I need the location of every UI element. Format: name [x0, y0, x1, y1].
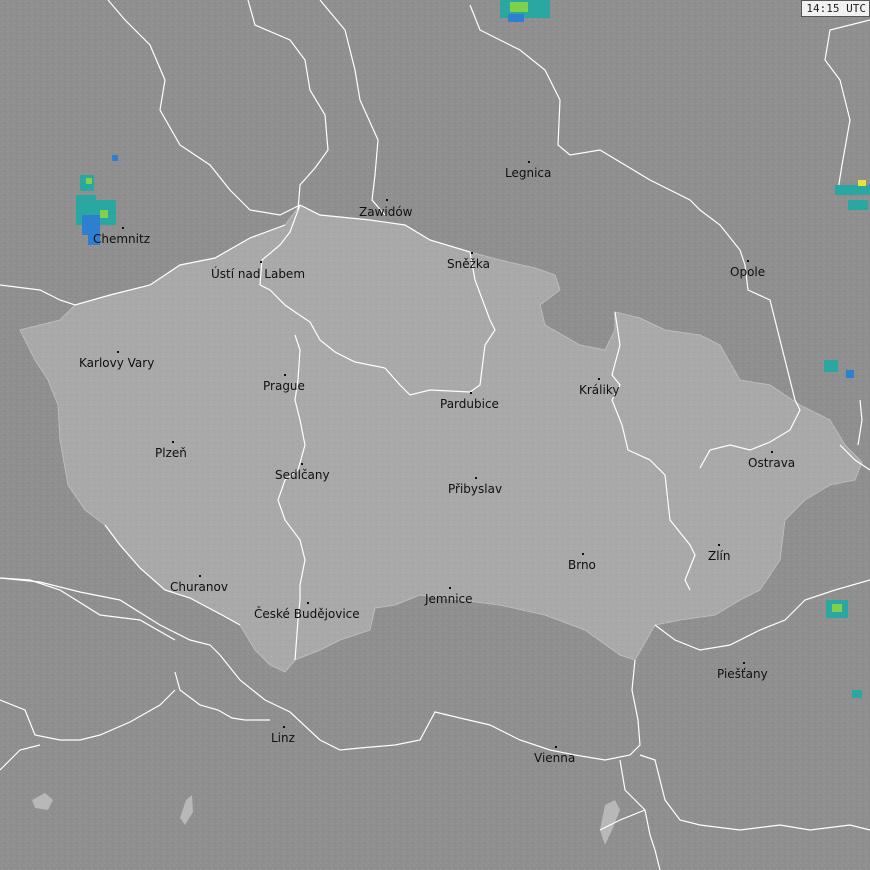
- city-label-kraliky: Králiky: [579, 383, 620, 397]
- city-label-plzen: Plzeň: [155, 446, 187, 460]
- city-marker-pardubice: [470, 392, 472, 394]
- city-marker-linz: [283, 726, 285, 728]
- city-label-chemnitz: Chemnitz: [93, 232, 150, 246]
- city-marker-vienna: [555, 746, 557, 748]
- city-marker-pribyslav: [475, 477, 477, 479]
- city-label-pribyslav: Přibyslav: [448, 482, 503, 496]
- city-marker-ostrava: [771, 451, 773, 453]
- city-marker-churanov: [199, 575, 201, 577]
- city-marker-snezka: [471, 252, 473, 254]
- city-marker-usti: [260, 261, 262, 263]
- city-marker-piestany: [743, 662, 745, 664]
- city-label-opole: Opole: [730, 265, 766, 279]
- city-label-zlin: Zlín: [708, 549, 731, 563]
- city-marker-brno: [582, 553, 584, 555]
- city-marker-chemnitz: [122, 227, 124, 229]
- city-marker-kraliky: [598, 378, 600, 380]
- city-label-snezka: Sněžka: [447, 257, 490, 271]
- map-base: [0, 0, 870, 870]
- city-label-ceske-budejovice: České Budějovice: [254, 607, 360, 621]
- city-marker-opole: [747, 260, 749, 262]
- city-label-piestany: Piešťany: [717, 667, 768, 681]
- city-marker-karlovy-vary: [117, 351, 119, 353]
- timestamp-badge: 14:15 UTC: [801, 0, 870, 17]
- city-marker-sedlcany: [301, 463, 303, 465]
- city-marker-plzen: [172, 441, 174, 443]
- city-marker-zlin: [718, 544, 720, 546]
- city-label-vienna: Vienna: [534, 751, 576, 765]
- radar-map[interactable]: Legnica Zawidów Chemnitz Ústí nad Labem Sněž…: [0, 0, 870, 870]
- city-label-pardubice: Pardubice: [440, 397, 499, 411]
- city-label-linz: Linz: [271, 731, 295, 745]
- city-marker-zawidow: [386, 199, 388, 201]
- city-marker-legnica: [528, 161, 530, 163]
- city-label-karlovy-vary: Karlovy Vary: [79, 356, 155, 370]
- city-label-zawidow: Zawidów: [359, 205, 413, 219]
- city-label-churanov: Churanov: [170, 580, 228, 594]
- city-label-usti: Ústí nad Labem: [211, 267, 306, 281]
- city-label-sedlcany: Sedlčany: [275, 468, 330, 482]
- city-label-prague: Prague: [263, 379, 305, 393]
- city-label-jemnice: Jemnice: [425, 592, 473, 606]
- city-label-brno: Brno: [568, 558, 596, 572]
- city-label-ostrava: Ostrava: [748, 456, 796, 470]
- city-marker-jemnice: [449, 587, 451, 589]
- city-label-legnica: Legnica: [505, 166, 552, 180]
- city-marker-prague: [284, 374, 286, 376]
- city-marker-ceske-budejovice: [307, 602, 309, 604]
